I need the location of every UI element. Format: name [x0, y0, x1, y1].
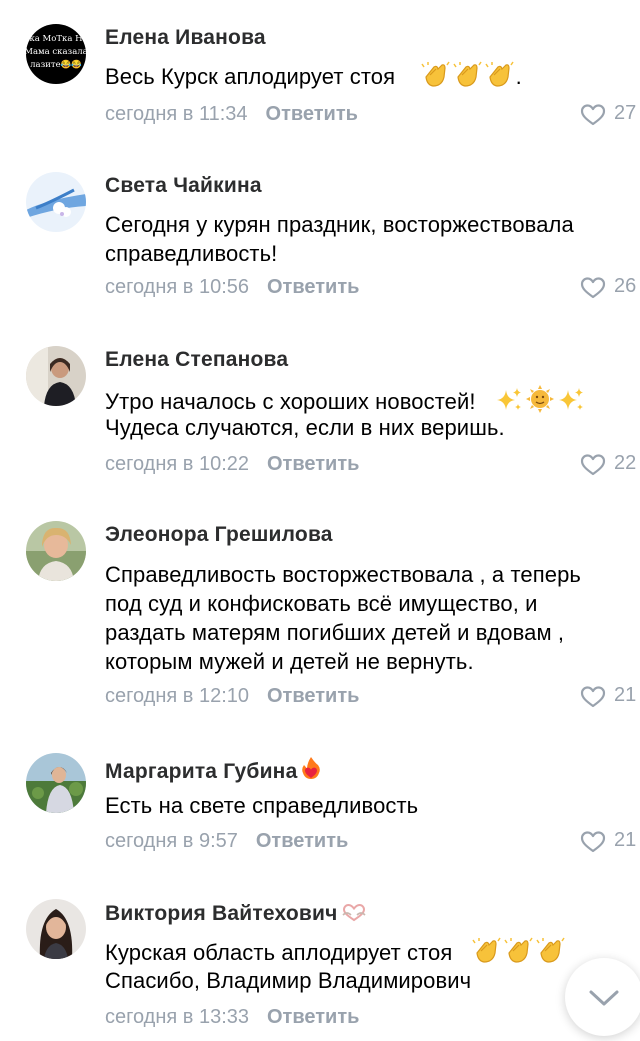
comment-text: Весь Курск аплодирует стоя .	[105, 61, 522, 90]
comments-feed: ка МоТка Н Мама сказала лазите😂😂 Елена И…	[0, 0, 640, 1041]
comment-author[interactable]: Элеонора Грешилова	[105, 523, 333, 547]
comment-text-line: Утро началось с хороших новостей!	[105, 389, 476, 414]
like-count: 21	[614, 684, 637, 706]
author-name[interactable]: Виктория Вайтехович	[105, 902, 337, 925]
comment-text-line: под суд и конфисковать всё имущество, и	[105, 591, 538, 616]
avatar-photo	[26, 521, 86, 581]
like-count: 27	[614, 102, 637, 124]
like-count: 26	[614, 275, 637, 297]
like-button[interactable]: 27	[580, 101, 640, 129]
comment-text: Утро началось с хороших новостей! Чудеса…	[105, 384, 586, 442]
comment-meta: сегодня в 12:10 Ответить	[105, 685, 359, 708]
author-name[interactable]: Маргарита Губина	[105, 760, 297, 783]
reply-button[interactable]: Ответить	[266, 103, 358, 125]
avatar[interactable]	[26, 753, 86, 813]
chevron-down-icon	[589, 990, 619, 1006]
avatar-text-image: ка МоТка Н Мама сказала лазите😂😂	[26, 24, 86, 84]
comment-time: сегодня в 9:57	[105, 830, 238, 852]
comment-time: сегодня в 10:56	[105, 276, 249, 298]
comment-text-line: справедливость!	[105, 241, 278, 266]
avatar-flower-image	[26, 172, 86, 232]
author-name[interactable]: Элеонора Грешилова	[105, 523, 333, 546]
sun-face-icon	[524, 384, 556, 421]
heart-icon	[580, 454, 606, 476]
comment-text-line: Сегодня у курян праздник, восторжествова…	[105, 212, 574, 237]
avatar-photo	[26, 753, 86, 813]
clapping-hands-icon	[420, 61, 452, 96]
reply-button[interactable]: Ответить	[267, 685, 359, 707]
reply-button[interactable]: Ответить	[256, 830, 348, 852]
comment-text-line: Справедливость восторжествовала , а тепе…	[105, 562, 581, 587]
reply-button[interactable]: Ответить	[267, 453, 359, 475]
avatar[interactable]	[26, 172, 86, 232]
comment-meta: сегодня в 10:56 Ответить	[105, 276, 359, 299]
comment-text-line: Есть на свете справедливость	[105, 793, 419, 818]
heart-icon	[580, 686, 606, 708]
scroll-down-button[interactable]	[565, 958, 640, 1036]
like-count: 22	[614, 452, 637, 474]
comment-author[interactable]: Елена Степанова	[105, 348, 288, 372]
avatar-caption-line: ка МоТка Н	[29, 34, 82, 44]
comment-time: сегодня в 13:33	[105, 1006, 249, 1028]
avatar-photo	[26, 346, 86, 406]
avatar-caption-line: лазите😂😂	[30, 59, 82, 70]
comment-text: Есть на свете справедливость	[105, 791, 418, 820]
heart-icon	[580, 277, 606, 299]
like-count: 21	[614, 829, 637, 851]
comment-text-line: раздать матерям погибших детей и вдовам …	[105, 620, 565, 645]
comment-text: Справедливость восторжествовала , а тепе…	[105, 560, 581, 676]
author-name[interactable]: Елена Степанова	[105, 348, 288, 371]
clapping-hands-icon	[484, 61, 516, 96]
author-name[interactable]: Света Чайкина	[105, 174, 262, 197]
comment-time: сегодня в 12:10	[105, 685, 249, 707]
clapping-hands-icon	[535, 937, 567, 972]
comment-author[interactable]: Маргарита Губина	[105, 755, 323, 787]
avatar[interactable]	[26, 346, 86, 406]
avatar[interactable]	[26, 899, 86, 959]
fire-heart-icon	[299, 755, 323, 787]
avatar[interactable]: ка МоТка Н Мама сказала лазите😂😂	[26, 24, 86, 84]
like-button[interactable]: 21	[580, 828, 640, 856]
comment-text-trailing: .	[515, 64, 522, 89]
comment-meta: сегодня в 13:33 Ответить	[105, 1006, 359, 1029]
like-button[interactable]: 21	[580, 683, 640, 711]
avatar[interactable]	[26, 521, 86, 581]
like-button[interactable]: 22	[580, 451, 640, 479]
reply-button[interactable]: Ответить	[267, 1006, 359, 1028]
comment-text-line: которым мужей и детей не вернуть.	[105, 649, 474, 674]
comment-text: Курская область аплодирует стоя Спасибо,…	[105, 937, 567, 995]
clapping-hands-icon	[503, 937, 535, 972]
comment-text-line: Весь Курск аплодирует стоя	[105, 64, 396, 89]
comment-text: Сегодня у курян праздник, восторжествова…	[105, 210, 574, 268]
like-button[interactable]: 26	[580, 274, 640, 302]
comment-meta: сегодня в 11:34 Ответить	[105, 103, 358, 126]
comment-author[interactable]: Света Чайкина	[105, 174, 262, 198]
author-name[interactable]: Елена Иванова	[105, 26, 266, 49]
comment-meta: сегодня в 10:22 Ответить	[105, 453, 359, 476]
comment-text-line: Курская область аплодирует стоя	[105, 940, 453, 965]
comment-time: сегодня в 11:34	[105, 103, 248, 125]
clapping-hands-icon	[471, 937, 503, 972]
comment-meta: сегодня в 9:57 Ответить	[105, 830, 348, 853]
comment-author[interactable]: Елена Иванова	[105, 26, 266, 50]
sparkles-icon	[556, 386, 586, 421]
heart-icon	[580, 104, 606, 126]
reply-button[interactable]: Ответить	[267, 276, 359, 298]
comment-time: сегодня в 10:22	[105, 453, 249, 475]
avatar-photo	[26, 899, 86, 959]
clapping-hands-icon	[452, 61, 484, 96]
heart-icon	[580, 831, 606, 853]
heart-hands-icon	[339, 901, 369, 929]
comment-author[interactable]: Виктория Вайтехович	[105, 901, 369, 929]
avatar-caption-line: Мама сказала	[26, 47, 86, 57]
